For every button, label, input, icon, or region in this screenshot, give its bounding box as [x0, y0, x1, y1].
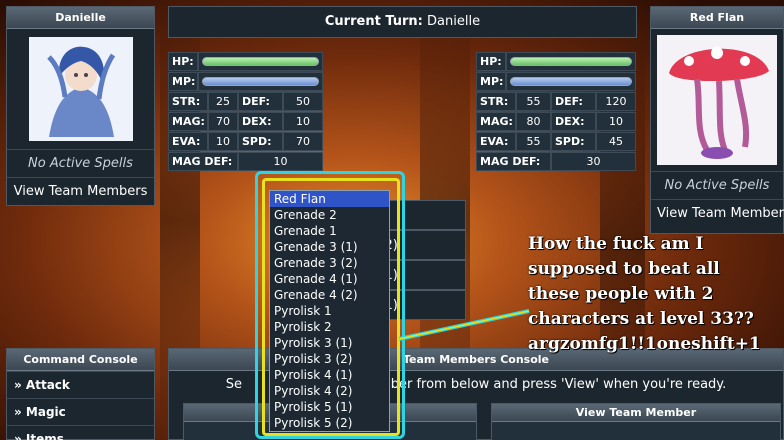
stat-label: MAG DEF:: [168, 152, 238, 171]
stat-label: EVA:: [168, 132, 208, 151]
dropdown-option[interactable]: Pyrolisk 1: [270, 303, 389, 319]
stat-value: 55: [516, 92, 551, 111]
stat-label: DEX:: [238, 112, 283, 131]
view-team-member-panel: View Team Member: [491, 403, 781, 440]
enemy-spells: No Active Spells: [651, 171, 783, 199]
stat-label: DEF:: [238, 92, 283, 111]
stat-label: STR:: [168, 92, 208, 111]
turn-banner: Current Turn: Danielle: [168, 6, 637, 38]
dropdown-option[interactable]: Pyrolisk 2: [270, 319, 389, 335]
stat-value: 10: [596, 112, 636, 131]
dropdown-option[interactable]: Pyrolisk 3 (2): [270, 351, 389, 367]
attack-command[interactable]: » Attack: [7, 371, 154, 398]
turn-name: Danielle: [427, 14, 481, 29]
stat-label: EVA:: [476, 132, 516, 151]
stat-value: 50: [283, 92, 323, 111]
dropdown-option[interactable]: Grenade 3 (2): [270, 255, 389, 271]
stat-value: 80: [516, 112, 551, 131]
annotation-text: How the fuck am I supposed to beat all t…: [528, 232, 784, 357]
dropdown-option[interactable]: Grenade 1: [270, 223, 389, 239]
turn-label: Current Turn:: [324, 14, 423, 29]
mp-bar: [510, 77, 632, 86]
dropdown-option[interactable]: Grenade 3 (1): [270, 239, 389, 255]
view-team-member-button[interactable]: View Team Member: [651, 199, 784, 227]
stat-value: 45: [596, 132, 636, 151]
stat-value: 30: [551, 152, 636, 171]
stat-value: 25: [208, 92, 238, 111]
annotation-line: characters at level 33??: [528, 309, 754, 329]
enemy-name: Red Flan: [651, 7, 783, 29]
hp-label: HP:: [476, 52, 506, 71]
mp-label: MP:: [476, 72, 506, 91]
annotation-line: How the fuck am I: [528, 234, 704, 254]
stat-label: DEF:: [551, 92, 596, 111]
dropdown-option[interactable]: Pyrolisk 4 (2): [270, 383, 389, 399]
enemy-stats: HP: MP: STR: 55 DEF: 120 MAG: 80 DEX: 10 EVA: 5…: [476, 52, 636, 172]
dropdown-option[interactable]: Red Flan: [270, 191, 389, 207]
hp-label: HP:: [168, 52, 198, 71]
player-spells: No Active Spells: [7, 149, 154, 177]
mp-bar: [202, 77, 319, 86]
enemy-portrait: [657, 35, 777, 165]
stat-label: STR:: [476, 92, 516, 111]
target-select-dropdown[interactable]: Red Flan Grenade 2 Grenade 1 Grenade 3 (…: [269, 190, 390, 432]
view-team-member-title: View Team Member: [492, 404, 780, 422]
command-console: Command Console » Attack » Magic » Items: [6, 348, 155, 440]
dropdown-option[interactable]: Grenade 4 (1): [270, 271, 389, 287]
stat-label: SPD:: [238, 132, 283, 151]
annotation-connector: [398, 309, 530, 341]
dropdown-option[interactable]: Pyrolisk 4 (1): [270, 367, 389, 383]
mp-label: MP:: [168, 72, 198, 91]
hp-bar: [202, 57, 319, 66]
command-console-title: Command Console: [7, 349, 154, 371]
hp-bar: [510, 57, 632, 66]
player-name: Danielle: [7, 7, 154, 29]
annotation-line: supposed to beat all: [528, 259, 720, 279]
player-stats: HP: MP: STR: 25 DEF: 50 MAG: 70 DEX: 10 EVA: 10…: [168, 52, 323, 172]
dropdown-option[interactable]: Grenade 2: [270, 207, 389, 223]
stat-label: MAG:: [476, 112, 516, 131]
stat-value: 70: [208, 112, 238, 131]
stat-value: 10: [208, 132, 238, 151]
player-portrait: [28, 37, 133, 141]
stat-label: MAG:: [168, 112, 208, 131]
stat-label: DEX:: [551, 112, 596, 131]
stat-value: 120: [596, 92, 636, 111]
stat-value: 70: [283, 132, 323, 151]
dropdown-option[interactable]: Grenade 4 (2): [270, 287, 389, 303]
dropdown-option[interactable]: Pyrolisk 3 (1): [270, 335, 389, 351]
annotation-line: argzomfg1!!1oneshift+1: [528, 334, 761, 354]
enemy-card: Red Flan No Active Spells View Team Memb…: [650, 6, 784, 234]
stat-value: 10: [238, 152, 323, 171]
stat-label: SPD:: [551, 132, 596, 151]
annotation-line: these people with 2: [528, 284, 714, 304]
dropdown-option[interactable]: Pyrolisk 5 (2): [270, 415, 389, 431]
items-command[interactable]: » Items: [7, 425, 154, 440]
dropdown-option[interactable]: Pyrolisk 5 (1): [270, 399, 389, 415]
player-card: Danielle No Active Spells View Team Memb…: [6, 6, 155, 206]
view-team-members-button[interactable]: View Team Members: [7, 177, 154, 205]
magic-command[interactable]: » Magic: [7, 398, 154, 425]
stat-value: 55: [516, 132, 551, 151]
stat-label: MAG DEF:: [476, 152, 551, 171]
stat-value: 10: [283, 112, 323, 131]
